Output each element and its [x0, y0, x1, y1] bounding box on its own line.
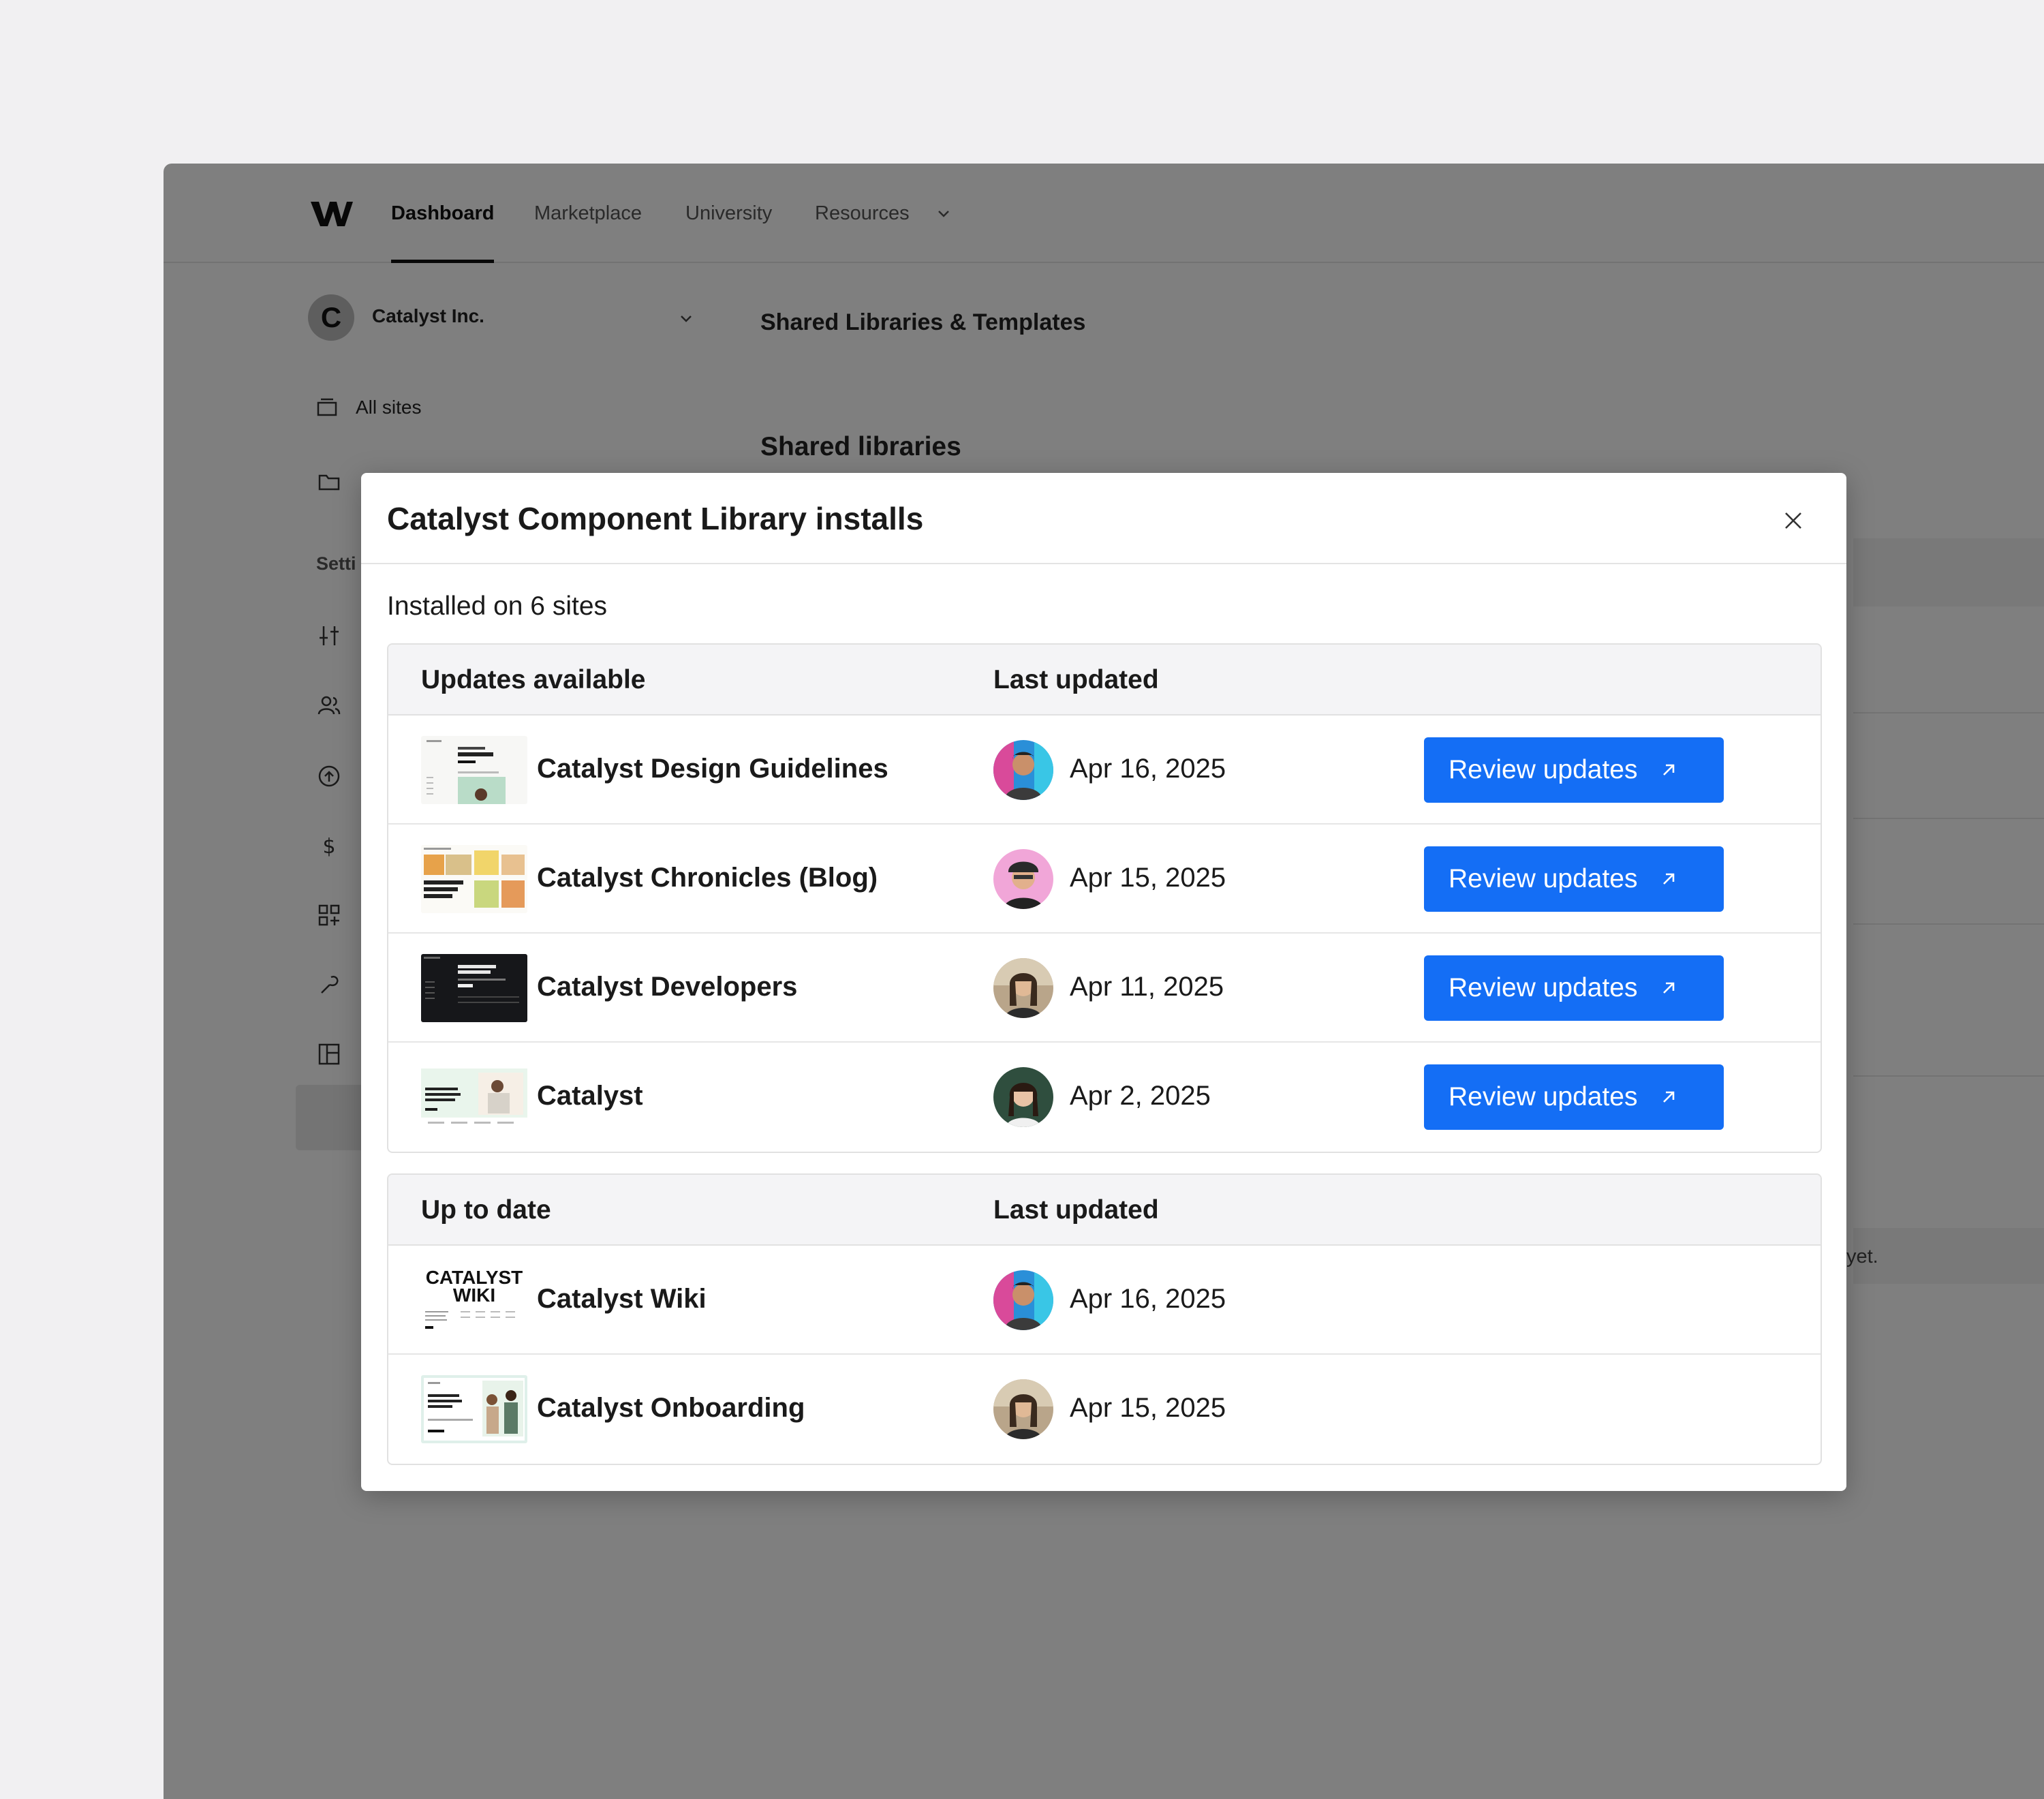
column-header-last-updated: Last updated: [993, 1195, 1159, 1225]
table-header: Up to date Last updated: [388, 1175, 1821, 1246]
review-updates-button[interactable]: Review updates: [1424, 1064, 1724, 1130]
site-thumbnail: [421, 736, 527, 804]
last-updated-date: Apr 2, 2025: [1070, 1081, 1211, 1111]
last-updated-date: Apr 16, 2025: [1070, 1284, 1226, 1314]
column-header-site: Up to date: [421, 1195, 551, 1225]
thumbnail-subtitle: WIKI: [453, 1285, 495, 1306]
user-avatar: [993, 1067, 1053, 1127]
user-avatar: [993, 1379, 1053, 1439]
updates-table: Updates available Last updated Catalyst …: [387, 643, 1822, 1153]
user-avatar: [993, 740, 1053, 800]
modal-header: Catalyst Component Library installs: [361, 473, 1846, 564]
external-arrow-icon: [1662, 873, 1674, 885]
column-header-last-updated: Last updated: [993, 665, 1159, 694]
review-updates-button[interactable]: Review updates: [1424, 846, 1724, 912]
table-row: Catalyst Onboarding Apr 15, 2025: [388, 1355, 1821, 1464]
site-thumbnail: CATALYST WIKI: [421, 1266, 527, 1334]
site-name: Catalyst: [537, 1081, 643, 1111]
close-button[interactable]: [1776, 503, 1811, 538]
site-name: Catalyst Wiki: [537, 1284, 707, 1314]
site-name: Catalyst Developers: [537, 972, 798, 1002]
table-row: Catalyst Apr 2, 2025 Review updates: [388, 1043, 1821, 1152]
site-name: Catalyst Chronicles (Blog): [537, 863, 878, 893]
table-row: Catalyst Chronicles (Blog) Apr 15, 2025 …: [388, 825, 1821, 934]
installed-count: Installed on 6 sites: [387, 591, 608, 621]
up-to-date-table: Up to date Last updated CATALYST WIKI Ca…: [387, 1173, 1822, 1465]
last-updated-date: Apr 15, 2025: [1070, 1393, 1226, 1423]
site-thumbnail: [421, 954, 527, 1022]
table-row: CATALYST WIKI Catalyst Wiki Apr 16, 2025: [388, 1246, 1821, 1355]
site-thumbnail: [421, 1063, 527, 1131]
table-row: Catalyst Developers Apr 11, 2025 Review …: [388, 934, 1821, 1043]
last-updated-date: Apr 16, 2025: [1070, 754, 1226, 784]
table-header: Updates available Last updated: [388, 645, 1821, 716]
close-icon: [1785, 512, 1801, 529]
review-updates-button[interactable]: Review updates: [1424, 737, 1724, 803]
last-updated-date: Apr 11, 2025: [1070, 972, 1224, 1002]
installs-modal: Catalyst Component Library installs Inst…: [361, 473, 1846, 1491]
external-arrow-icon: [1662, 1091, 1674, 1103]
external-arrow-icon: [1662, 982, 1674, 994]
external-arrow-icon: [1662, 764, 1674, 775]
site-thumbnail: [421, 1375, 527, 1443]
table-row: Catalyst Design Guidelines Apr 16, 2025 …: [388, 716, 1821, 825]
column-header-site: Updates available: [421, 665, 646, 694]
user-avatar: [993, 1270, 1053, 1330]
last-updated-date: Apr 15, 2025: [1070, 863, 1226, 893]
site-name: Catalyst Design Guidelines: [537, 754, 888, 784]
review-updates-button[interactable]: Review updates: [1424, 955, 1724, 1021]
modal-title: Catalyst Component Library installs: [387, 501, 924, 536]
user-avatar: [993, 958, 1053, 1018]
site-thumbnail: [421, 845, 527, 913]
site-name: Catalyst Onboarding: [537, 1393, 805, 1423]
user-avatar: [993, 849, 1053, 909]
